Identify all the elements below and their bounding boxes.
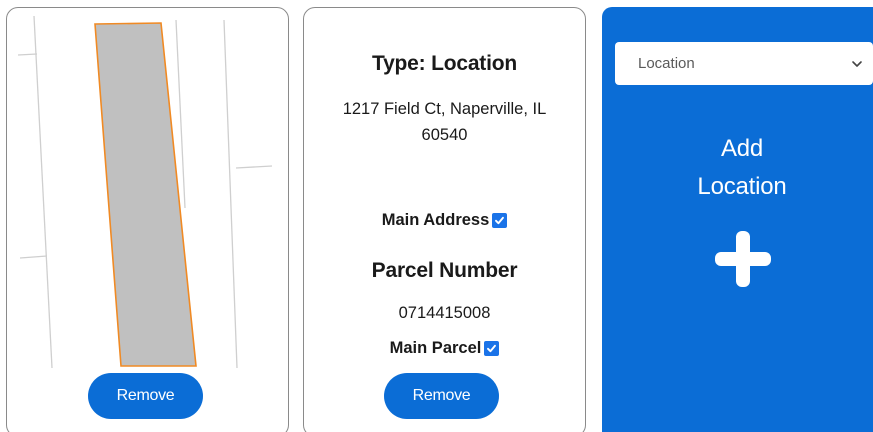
add-location-card[interactable]: Location Add Location (602, 7, 873, 432)
parcel-number-value: 0714415008 (398, 304, 491, 322)
remove-map-button[interactable]: Remove (88, 373, 203, 419)
select-value: Location (638, 55, 695, 72)
main-address-checkbox[interactable] (492, 213, 508, 228)
main-address-label: Main Address (381, 211, 490, 229)
address-line-1: 1217 Field Ct, Naperville, IL (342, 100, 547, 118)
add-label-line-1: Add (720, 135, 764, 162)
chevron-down-icon (852, 60, 862, 67)
main-parcel-row: Main Parcel (304, 339, 585, 358)
main-address-row: Main Address (304, 211, 585, 230)
address: 1217 Field Ct, Naperville, IL 60540 (322, 96, 567, 148)
plus-icon[interactable] (713, 229, 773, 289)
add-location-label: Add Location (602, 130, 873, 206)
type-title: Type: Location (372, 52, 517, 75)
address-line-2: 60540 (421, 126, 468, 144)
main-parcel-checkbox[interactable] (484, 341, 500, 356)
parcel-map (17, 15, 273, 369)
checkmark-icon (487, 344, 497, 353)
page: Remove Type: Location 1217 Field Ct, Nap… (0, 0, 873, 432)
parcel-number-heading: Parcel Number (371, 259, 518, 282)
parcel-map-card: Remove (6, 7, 289, 432)
location-details-card: Type: Location 1217 Field Ct, Naperville… (303, 7, 586, 432)
main-parcel-label: Main Parcel (389, 339, 482, 357)
checkmark-icon (495, 216, 505, 225)
remove-location-button[interactable]: Remove (384, 373, 499, 419)
location-type-select[interactable]: Location (615, 42, 873, 85)
parcel-shape[interactable] (94, 22, 197, 367)
add-label-line-2: Location (697, 173, 787, 200)
